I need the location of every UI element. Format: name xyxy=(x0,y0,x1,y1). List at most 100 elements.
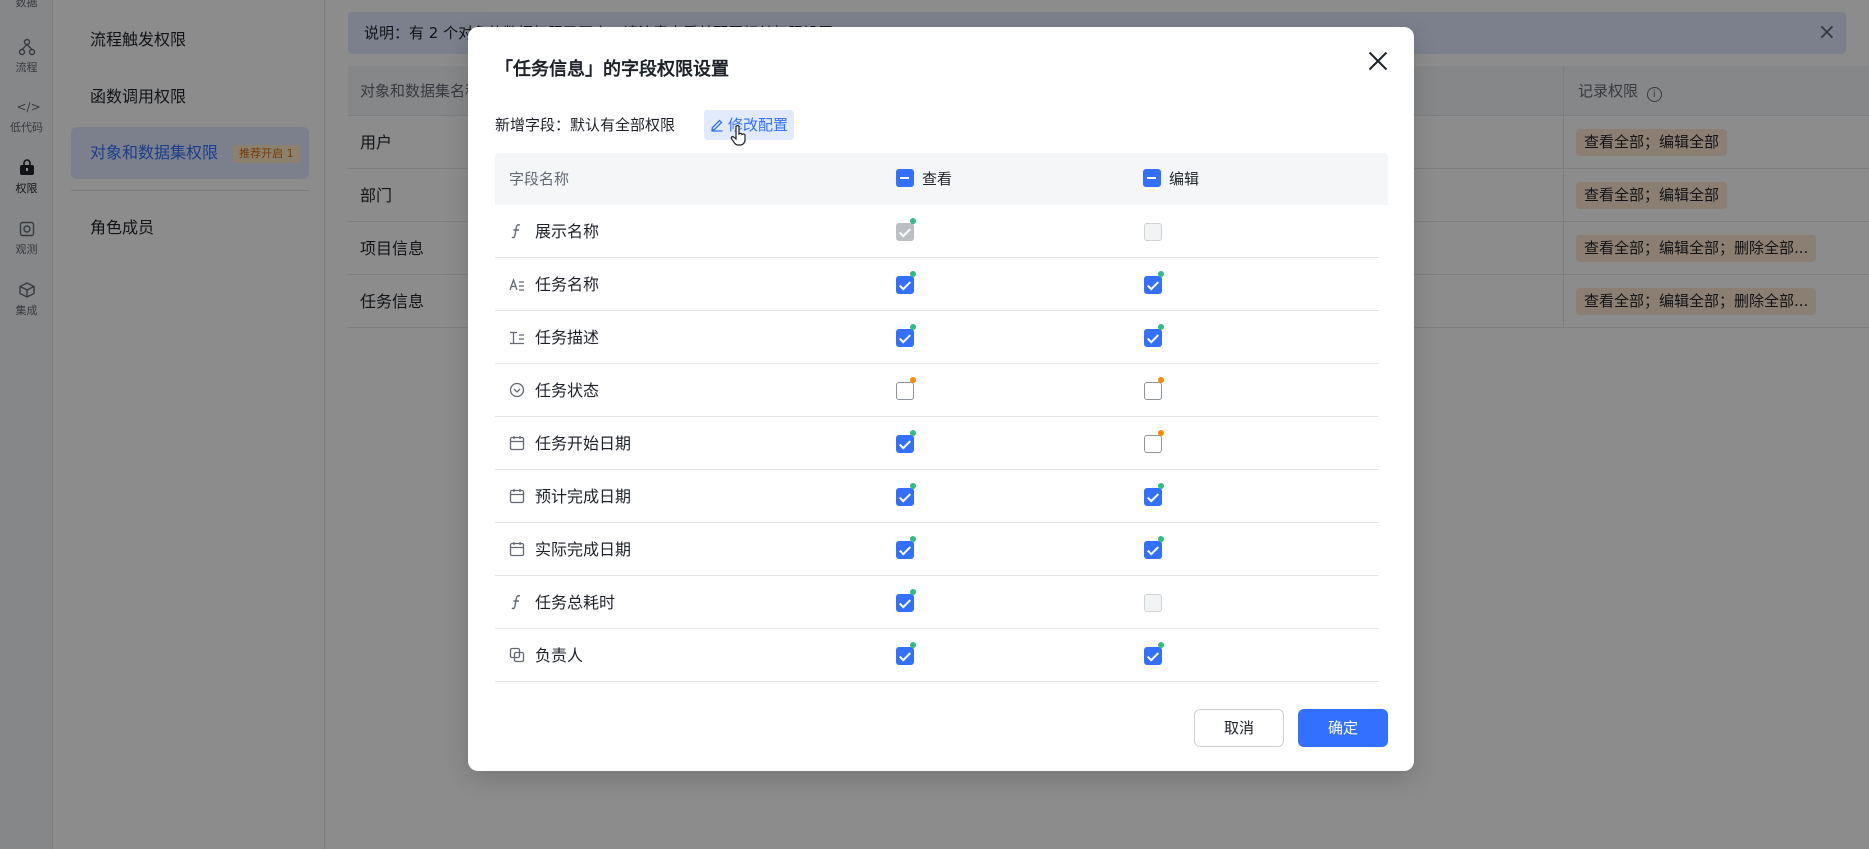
formula-icon xyxy=(509,209,525,262)
field-name-label: 实际完成日期 xyxy=(535,540,632,559)
view-permission-cell xyxy=(896,430,916,453)
field-name: 预计完成日期 xyxy=(509,470,631,527)
edit-checkbox[interactable] xyxy=(1144,647,1162,665)
status-dot xyxy=(910,430,916,436)
view-permission-cell xyxy=(896,271,916,294)
calendar-icon xyxy=(509,421,525,474)
dialog-title: 「任务信息」的字段权限设置 xyxy=(495,59,729,80)
field-name: 任务开始日期 xyxy=(509,417,631,474)
view-permission-cell xyxy=(896,377,916,400)
edit-checkbox[interactable] xyxy=(1144,329,1162,347)
field-name-label: 任务名称 xyxy=(535,275,600,294)
field-row: 任务开始日期 xyxy=(495,417,1379,470)
view-checkbox[interactable] xyxy=(896,382,914,400)
col-field-name: 字段名称 xyxy=(509,170,570,188)
view-permission-cell xyxy=(896,483,916,506)
text-icon xyxy=(509,262,525,315)
field-name-label: 任务描述 xyxy=(535,328,600,347)
view-all-checkbox[interactable] xyxy=(896,169,914,187)
lookup-icon xyxy=(509,633,525,686)
field-name: 任务名称 xyxy=(509,258,599,315)
edit-permission-cell xyxy=(1144,642,1164,665)
view-permission-cell xyxy=(896,642,916,665)
field-name-label: 任务总耗时 xyxy=(535,593,616,612)
view-all-toggle[interactable]: 查看 xyxy=(896,169,952,189)
view-checkbox[interactable] xyxy=(896,435,914,453)
calendar-icon xyxy=(509,527,525,580)
col-view-label: 查看 xyxy=(922,170,953,188)
new-field-default-text: 新增字段：默认有全部权限 xyxy=(495,116,676,134)
field-name: 展示名称 xyxy=(509,205,599,262)
col-edit-label: 编辑 xyxy=(1169,170,1200,188)
edit-checkbox xyxy=(1144,223,1162,241)
status-dot xyxy=(910,589,916,595)
status-dot xyxy=(910,642,916,648)
status-dot xyxy=(910,218,916,224)
edit-checkbox[interactable] xyxy=(1144,541,1162,559)
field-name-label: 任务状态 xyxy=(535,381,600,400)
calendar-icon xyxy=(509,474,525,527)
edit-permission-cell xyxy=(1144,223,1162,241)
edit-permission-cell xyxy=(1144,594,1162,612)
edit-checkbox[interactable] xyxy=(1144,382,1162,400)
edit-checkbox[interactable] xyxy=(1144,435,1162,453)
status-dot xyxy=(1158,536,1164,542)
edit-config-button[interactable]: 修改配置 xyxy=(704,110,795,140)
status-dot xyxy=(1158,324,1164,330)
edit-all-toggle[interactable]: 编辑 xyxy=(1143,169,1199,189)
view-checkbox[interactable] xyxy=(896,488,914,506)
status-dot xyxy=(1158,430,1164,436)
multiline-text-icon xyxy=(509,315,525,368)
edit-checkbox[interactable] xyxy=(1144,276,1162,294)
close-icon[interactable] xyxy=(1366,49,1390,73)
view-checkbox[interactable] xyxy=(896,276,914,294)
view-checkbox[interactable] xyxy=(896,329,914,347)
status-dot xyxy=(910,377,916,383)
edit-all-checkbox[interactable] xyxy=(1143,169,1161,187)
cancel-button[interactable]: 取消 xyxy=(1194,709,1284,747)
status-dot xyxy=(910,324,916,330)
view-permission-cell xyxy=(896,589,916,612)
status-dot xyxy=(1158,642,1164,648)
select-icon xyxy=(509,368,525,421)
field-row: 展示名称 xyxy=(495,205,1379,258)
status-dot xyxy=(1158,271,1164,277)
field-permission-dialog: 「任务信息」的字段权限设置 新增字段：默认有全部权限 修改配置 字段名称 查看 … xyxy=(468,27,1414,771)
edit-checkbox xyxy=(1144,594,1162,612)
field-row: 任务总耗时 xyxy=(495,576,1379,629)
field-row: 负责人 xyxy=(495,629,1379,682)
status-dot xyxy=(910,483,916,489)
view-checkbox[interactable] xyxy=(896,541,914,559)
field-name: 任务状态 xyxy=(509,364,599,421)
field-row: 实际完成日期 xyxy=(495,523,1379,576)
field-name-label: 任务开始日期 xyxy=(535,434,632,453)
edit-checkbox[interactable] xyxy=(1144,488,1162,506)
edit-permission-cell xyxy=(1144,430,1164,453)
edit-permission-cell xyxy=(1144,377,1164,400)
field-name: 任务描述 xyxy=(509,311,599,368)
field-name: 实际完成日期 xyxy=(509,523,631,580)
field-table-header: 字段名称 查看 编辑 xyxy=(495,153,1388,205)
view-checkbox[interactable] xyxy=(896,594,914,612)
field-name: 负责人 xyxy=(509,629,583,686)
confirm-button[interactable]: 确定 xyxy=(1298,709,1388,747)
edit-permission-cell xyxy=(1144,324,1164,347)
edit-permission-cell xyxy=(1144,483,1164,506)
hand-cursor-icon xyxy=(730,124,748,147)
field-name-label: 展示名称 xyxy=(535,222,600,241)
field-row: 任务描述 xyxy=(495,311,1379,364)
field-row: 任务状态 xyxy=(495,364,1379,417)
formula-icon xyxy=(509,580,525,633)
field-row: 任务名称 xyxy=(495,258,1379,311)
field-name-label: 负责人 xyxy=(535,646,584,665)
field-name-label: 预计完成日期 xyxy=(535,487,632,506)
view-permission-cell xyxy=(896,536,916,559)
status-dot xyxy=(1158,377,1164,383)
status-dot xyxy=(1158,483,1164,489)
pencil-icon xyxy=(711,119,723,132)
view-permission-cell xyxy=(896,218,916,241)
field-rows: 展示名称任务名称任务描述任务状态任务开始日期 预计完成日期 实际完成日期 任务总耗时负… xyxy=(495,205,1388,682)
status-dot xyxy=(910,536,916,542)
status-dot xyxy=(910,271,916,277)
view-checkbox[interactable] xyxy=(896,647,914,665)
